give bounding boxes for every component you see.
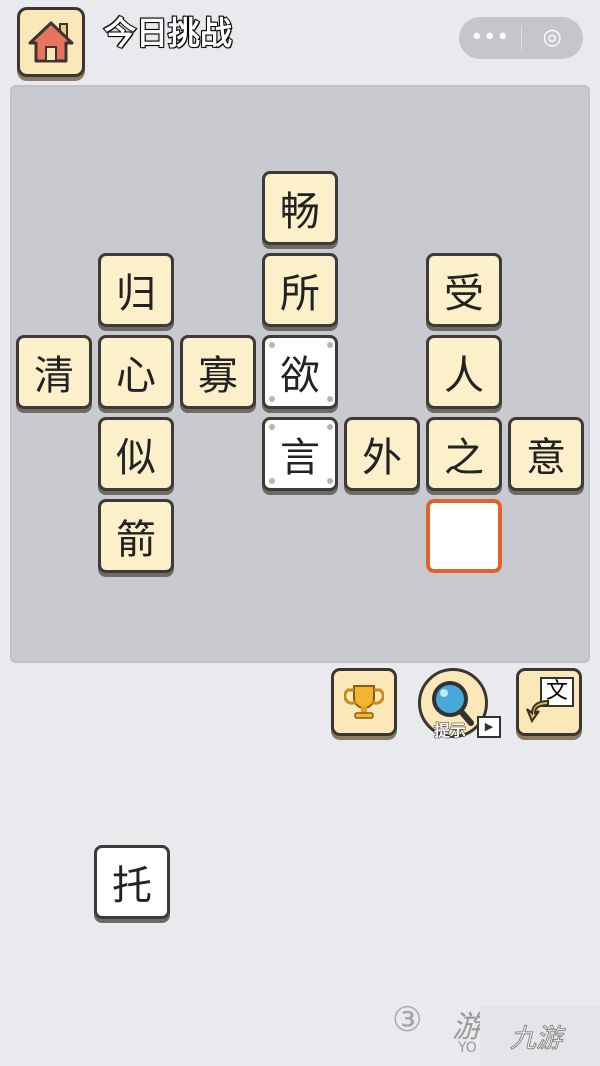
page-title: 今日挑战 xyxy=(103,13,233,53)
switch-button[interactable]: 文 xyxy=(516,668,582,736)
close-icon[interactable]: ◎ xyxy=(522,17,584,59)
board-tile[interactable]: 归 xyxy=(98,253,174,327)
board-tile[interactable]: 畅 xyxy=(262,171,338,245)
home-button[interactable] xyxy=(17,7,85,77)
leaderboard-button[interactable] xyxy=(331,668,397,736)
watermark-right: 九游 xyxy=(509,1024,563,1055)
board-tile[interactable]: 寡 xyxy=(180,335,256,409)
house-icon xyxy=(28,21,74,63)
board-tile[interactable]: 言 xyxy=(262,417,338,491)
board-tile[interactable]: 似 xyxy=(98,417,174,491)
board-tile[interactable]: 所 xyxy=(262,253,338,327)
option-tile[interactable]: 托 xyxy=(94,845,170,919)
board-tile[interactable]: 心 xyxy=(98,335,174,409)
swap-text-icon: 文 xyxy=(524,677,574,727)
mini-program-capsule: ••• ◎ xyxy=(459,17,583,59)
empty-slot[interactable] xyxy=(426,499,502,573)
trophy-icon xyxy=(344,685,384,719)
board-tile[interactable]: 箭 xyxy=(98,499,174,573)
hint-label: 提示 xyxy=(433,721,467,741)
board-tile[interactable]: 欲 xyxy=(262,335,338,409)
board-tile[interactable]: 之 xyxy=(426,417,502,491)
watermark-logo-icon: ③ xyxy=(392,1000,423,1040)
board-tile[interactable]: 意 xyxy=(508,417,584,491)
more-icon[interactable]: ••• xyxy=(459,17,521,59)
video-icon: ▶ xyxy=(477,716,501,738)
board-tile[interactable]: 人 xyxy=(426,335,502,409)
board-tile[interactable]: 外 xyxy=(344,417,420,491)
board-tile[interactable]: 受 xyxy=(426,253,502,327)
watermark-left-sub: YO xyxy=(458,1040,477,1056)
watermark-box: 九游 xyxy=(480,1006,600,1066)
board-tile[interactable]: 清 xyxy=(16,335,92,409)
